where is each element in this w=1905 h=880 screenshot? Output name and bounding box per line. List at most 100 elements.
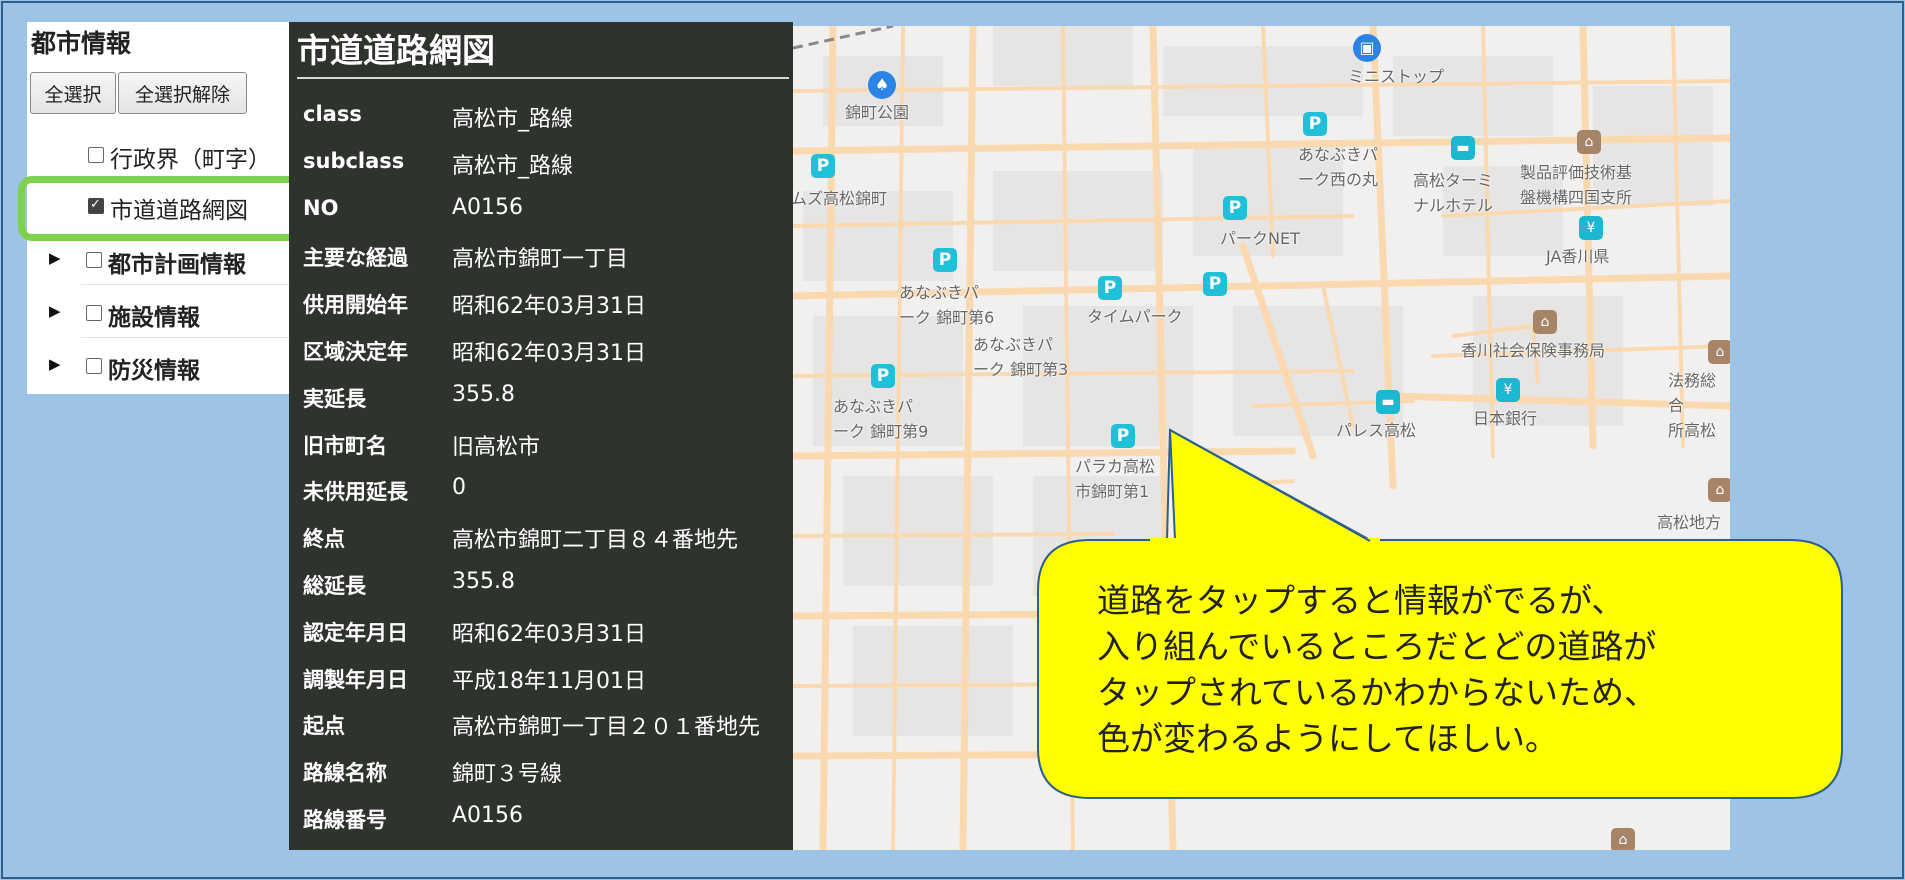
info-key: 区域決定年	[303, 340, 408, 364]
deselect-all-button[interactable]: 全選択解除	[118, 72, 247, 114]
info-value: 昭和62年03月31日	[452, 341, 646, 366]
bank-icon[interactable]: ¥	[1579, 216, 1603, 240]
select-all-button[interactable]: 全選択	[30, 72, 116, 114]
park-icon[interactable]: ♠	[868, 71, 896, 99]
info-value: A0156	[452, 803, 524, 828]
expand-caret-icon[interactable]: ▶	[49, 249, 61, 267]
map-label: ムズ高松錦町	[793, 189, 888, 208]
info-key: 路線番号	[303, 808, 387, 832]
info-key: class	[303, 102, 362, 126]
info-row: 未供用延長 0	[289, 466, 793, 512]
info-key: 旧市町名	[303, 433, 387, 458]
layer-item-disaster-prevention[interactable]: ▶ 防災情報	[27, 343, 289, 389]
parking-icon[interactable]: P	[1098, 276, 1122, 300]
info-row: 路線名称 錦町３号線	[289, 747, 793, 793]
info-key: 終点	[303, 527, 345, 552]
info-key: NO	[303, 195, 339, 220]
map-label: 錦町公園	[845, 103, 910, 122]
parking-icon[interactable]: P	[1223, 196, 1247, 220]
info-value: 高松市_路線	[452, 153, 574, 179]
government-office-icon[interactable]: ⌂	[1577, 130, 1601, 154]
info-panel-title: 市道道路網図	[297, 31, 495, 70]
layer-item-city-planning[interactable]: ▶ 都市計画情報	[27, 237, 289, 283]
info-row: 認定年月日 昭和62年03月31日	[289, 607, 793, 653]
layer-checkbox[interactable]	[88, 147, 104, 163]
divider	[81, 284, 289, 285]
layer-checkbox[interactable]	[86, 305, 102, 321]
divider	[81, 337, 289, 338]
map-label: 高松ターミ ナルホテル	[1413, 171, 1494, 215]
layer-item-label: 行政界（町字）	[110, 147, 271, 173]
info-key: 総延長	[303, 574, 366, 598]
info-value: 昭和62年03月31日	[452, 294, 646, 320]
parking-icon[interactable]: P	[871, 364, 895, 388]
layer-item-facilities[interactable]: ▶ 施設情報	[27, 290, 289, 336]
map-label: 香川社会保険事務局	[1461, 341, 1606, 360]
feature-info-panel: 市道道路網図 class 高松市_路線 subclass 高松市_路線 NO A0156 主…	[289, 22, 793, 850]
info-key: 未供用延長	[303, 480, 408, 505]
info-row: 区域決定年 昭和62年03月31日	[289, 326, 793, 372]
info-value: 355.8	[452, 569, 515, 594]
map-label: ミニストップ	[1348, 67, 1445, 86]
info-key: 認定年月日	[303, 620, 408, 645]
parking-icon[interactable]: P	[933, 248, 957, 272]
info-key: 主要な経過	[303, 246, 408, 271]
map-label: あなぶきパ ーク西の丸	[1298, 145, 1379, 189]
expand-caret-icon[interactable]: ▶	[49, 355, 61, 373]
info-value: 錦町３号線	[452, 762, 563, 788]
map-label: あなぶきパ ーク 錦町第6	[899, 283, 995, 327]
parking-icon[interactable]: P	[1303, 112, 1327, 136]
info-key: 供用開始年	[303, 293, 408, 318]
info-key: subclass	[303, 148, 405, 173]
map-label: 製品評価技術基 盤機構四国支所	[1520, 163, 1633, 207]
map-label: あなぶきパ ーク 錦町第3	[973, 335, 1069, 379]
map-label: JA香川県	[1546, 247, 1610, 266]
layer-item-administrative-boundary[interactable]: 行政界（町字）	[27, 132, 289, 178]
info-value: 高松市_路線	[452, 107, 574, 132]
info-value: 高松市錦町二丁目８４番地先	[452, 528, 739, 554]
info-value: 昭和62年03月31日	[452, 621, 646, 647]
government-office-icon[interactable]: ⌂	[1708, 340, 1730, 364]
info-row: 供用開始年 昭和62年03月31日	[289, 279, 793, 325]
info-key: 起点	[303, 714, 345, 739]
info-row: 終点 高松市錦町二丁目８４番地先	[289, 513, 793, 559]
info-row: 主要な経過 高松市錦町一丁目	[289, 232, 793, 278]
info-row: 起点 高松市錦町一丁目２０１番地先	[289, 700, 793, 746]
government-office-icon[interactable]: ⌂	[1533, 310, 1557, 334]
info-value: 旧高松市	[452, 434, 541, 460]
info-value: 0	[452, 475, 466, 501]
layer-item-label: 都市計画情報	[108, 252, 246, 278]
bank-icon[interactable]: ¥	[1496, 378, 1520, 402]
parking-icon[interactable]: P	[1203, 272, 1227, 296]
layer-checkbox[interactable]	[86, 358, 102, 374]
shop-icon[interactable]: ▣	[1353, 34, 1381, 62]
info-row: 総延長 355.8	[289, 560, 793, 606]
info-row: 調製年月日 平成18年11月01日	[289, 654, 793, 700]
info-row: class 高松市_路線	[289, 92, 793, 138]
map-label: パークNET	[1220, 229, 1300, 248]
info-key: 路線名称	[303, 761, 387, 786]
info-value: 355.8	[452, 381, 515, 407]
map-label: タイムパーク	[1087, 307, 1183, 326]
callout-text: 道路をタップすると情報がでるが、 入り組んでいるところだとどの道路が タップされ…	[1097, 581, 1658, 758]
layer-item-label: 防災情報	[108, 358, 200, 384]
info-key: 調製年月日	[303, 667, 408, 692]
info-value: 高松市錦町一丁目２０１番地先	[452, 715, 761, 741]
info-value: 高松市錦町一丁目	[452, 247, 629, 273]
info-row: 実延長 355.8	[289, 373, 793, 419]
info-row: 路線番号 A0156	[289, 794, 793, 840]
map-label: あなぶきパ ーク 錦町第9	[833, 397, 929, 441]
hotel-icon[interactable]: ▬	[1376, 390, 1400, 414]
layer-checkbox[interactable]	[86, 252, 102, 268]
parking-icon[interactable]: P	[811, 154, 835, 178]
info-value: 平成18年11月01日	[452, 668, 646, 694]
layer-panel-title: 都市情報	[31, 29, 132, 58]
government-office-icon[interactable]: ⌂	[1611, 828, 1635, 850]
hotel-icon[interactable]: ▬	[1451, 136, 1475, 160]
highlight-annotation-box	[18, 176, 308, 241]
title-rule	[297, 77, 789, 79]
info-row: 旧市町名 旧高松市	[289, 420, 793, 466]
info-key: 実延長	[303, 386, 366, 411]
info-value: A0156	[452, 194, 524, 220]
expand-caret-icon[interactable]: ▶	[49, 302, 61, 320]
